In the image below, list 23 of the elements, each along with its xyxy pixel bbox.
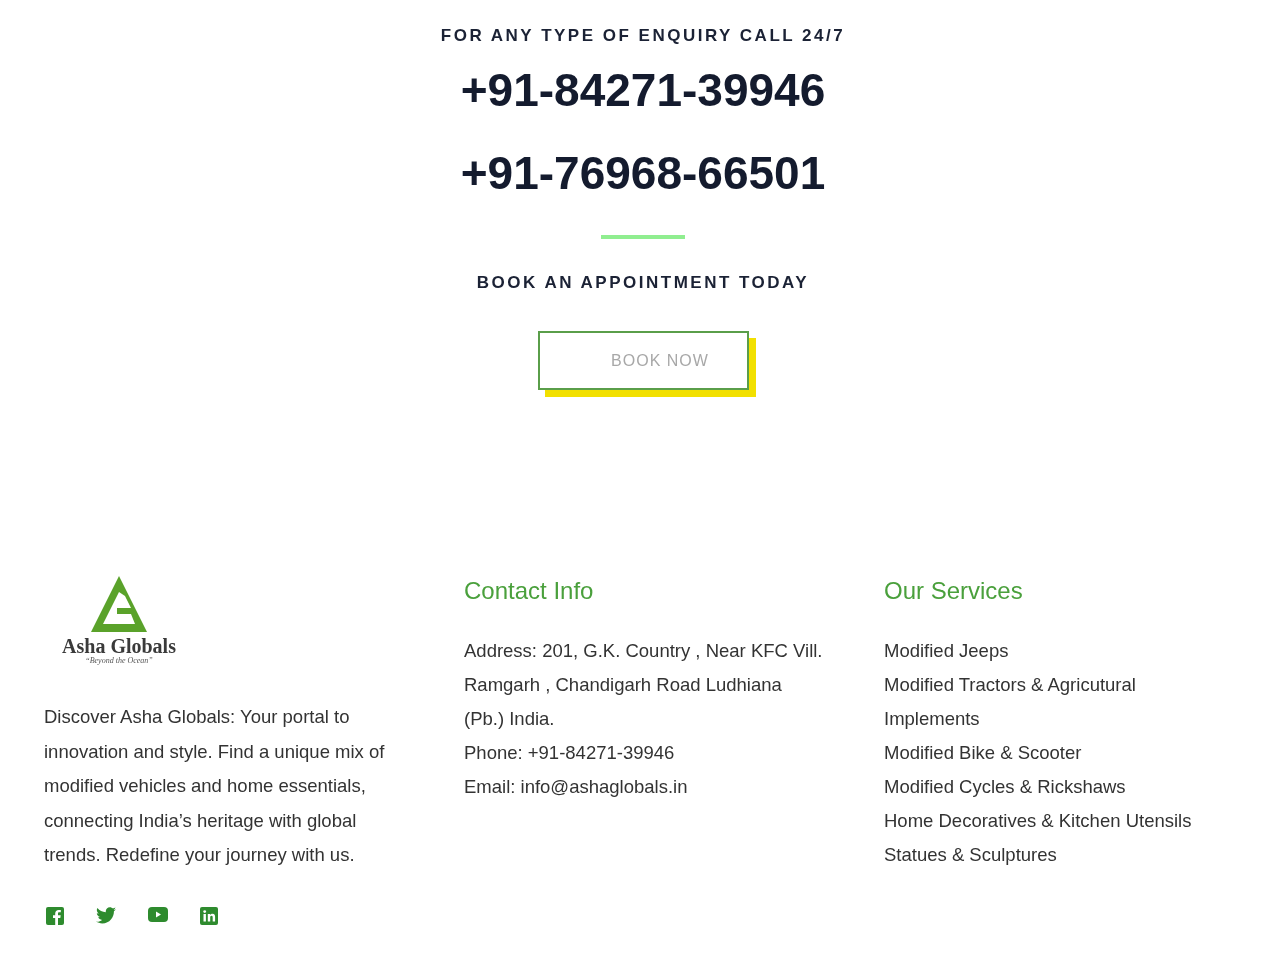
- service-link[interactable]: Statues & Sculptures: [884, 838, 1214, 872]
- phone-link[interactable]: +91-76968-66501: [460, 145, 826, 201]
- contact-title: Contact Info: [464, 576, 595, 606]
- contact-text: Address: 201, G.K. Country , Near KFC Vill. Ramgarh , Chandigarh Road Ludhiana (Pb.) India.: [464, 639, 824, 731]
- service-link[interactable]: Modified Jeeps: [884, 634, 1214, 668]
- service-link[interactable]: Modified Tractors & Agricutural Implements: [884, 668, 1214, 736]
- appointment-heading: BOOK AN APPOINTMENT TODAY: [476, 272, 810, 294]
- service-link[interactable]: Home Decoratives & Kitchen Utensils: [884, 804, 1214, 838]
- twitter-icon[interactable]: [96, 906, 116, 924]
- contact-text: Email: info@ashaglobals.in: [464, 775, 689, 799]
- youtube-icon[interactable]: [148, 906, 168, 922]
- services-title: Our Services: [884, 576, 1024, 606]
- contact-text: Phone: +91-84271-39946: [464, 741, 676, 765]
- enquiry-heading: FOR ANY TYPE OF ENQUIRY CALL 24/7: [440, 25, 846, 47]
- service-link[interactable]: Modified Bike & Scooter: [884, 736, 1214, 770]
- about-text: Discover Asha Globals: Your portal to innovation and style. Find a unique mix of modified vehicles and home essentials, connecting India’s heritage with global trends. Redefine your journey with us.: [44, 705, 386, 867]
- service-link[interactable]: Modified Cycles & Rickshaws: [884, 770, 1214, 804]
- facebook-icon[interactable]: [46, 906, 64, 925]
- logo-icon: [91, 576, 147, 634]
- phone-link[interactable]: +91-84271-39946: [460, 62, 826, 118]
- linkedin-icon[interactable]: [200, 906, 218, 925]
- logo-tagline: “Beyond the Ocean”: [85, 656, 153, 666]
- logo-name: Asha Globals: [62, 636, 176, 656]
